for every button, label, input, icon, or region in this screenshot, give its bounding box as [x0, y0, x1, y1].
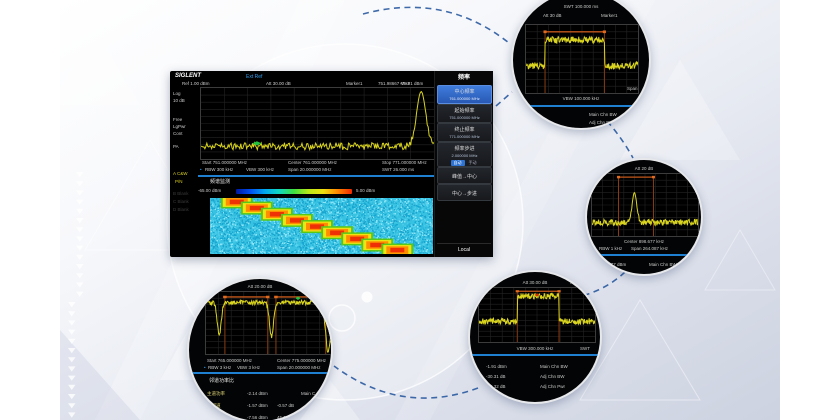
c4-row3-label: 上邻道	[207, 415, 221, 420]
c4-row1-v1: -2.14 dBm	[247, 391, 268, 396]
menu-stop-freq-button[interactable]: 终止频率 771.000000 MHz	[437, 123, 492, 142]
c4-graticule	[205, 291, 333, 355]
ext-ref-label: Ext Ref	[246, 74, 262, 80]
c1-graticule	[525, 24, 639, 94]
c4-row3-v2: 45.61 dB	[277, 415, 295, 420]
c4-row2-v2: -0.57 dB	[277, 403, 294, 408]
c3-row2-value: -30.31 dB	[486, 374, 506, 379]
callout-circle-acpr: Att 20.00 dB Start 765.000000 MHz Center…	[187, 277, 333, 420]
c1-sweep-time: SWT 100.000 ms	[513, 4, 649, 9]
c1-result-main-chn-bw: Main Chn BW	[589, 112, 617, 117]
c2-span: Span 264.087 kHz	[631, 246, 668, 251]
trace-b-tag: B Blank	[173, 191, 189, 196]
menu-peak-to-center-button[interactable]: 峰值→中心	[437, 167, 492, 184]
c4-measure-title: 邻道功率比	[209, 378, 234, 384]
colorbar-min: -65.00 dBm	[198, 188, 221, 193]
c2-graticule	[591, 173, 699, 237]
marker-label: Marker1	[346, 81, 363, 86]
local-button[interactable]: Local	[435, 247, 493, 253]
c4-rbw: RBW 3 kHz	[208, 365, 231, 370]
c3-row2-label: Adj Chn BW	[540, 374, 565, 379]
main-spectrum-graticule	[200, 87, 435, 160]
colorbar-gradient	[236, 189, 352, 194]
c4-separator	[193, 372, 329, 374]
preamp-label: PA	[173, 144, 179, 149]
c4-rbw-bullet: •	[204, 365, 206, 370]
c3-row1-label: Main Chn BW	[540, 364, 568, 369]
trigger-label: Free	[173, 117, 182, 122]
waterfall-display	[210, 198, 433, 254]
separator-line	[198, 175, 435, 177]
c4-center-freq: Center 775.000000 MHz	[277, 358, 326, 363]
monitor-title: 频谱监测	[210, 179, 230, 185]
ref-level: Ref 1.00 dBm	[182, 81, 210, 86]
rbw-bullet: •	[200, 167, 202, 172]
c3-separator	[470, 354, 600, 356]
trace-d-tag: D Blank	[173, 207, 189, 212]
sweep-label: Cont	[173, 131, 183, 136]
center-freq: Center 761.000000 MHz	[288, 160, 337, 165]
menu-center-to-step-button[interactable]: 中心→步进	[437, 184, 492, 201]
promo-stage: SIGLENT Ext Ref Ref 1.00 dBm Att 30.00 d…	[0, 0, 840, 420]
menu-start-freq-button[interactable]: 起始频率 751.000000 MHz	[437, 104, 492, 123]
callout-circle-channel-power: Att 30.00 dB Marker1 VBW 300.000 kHz SWT…	[468, 270, 602, 404]
attenuation: Att 30.00 dB	[266, 81, 291, 86]
c1-att: Att 30 dB	[543, 13, 562, 18]
menu-title: 频率	[435, 75, 493, 82]
span-label: Span 20.000000 MHz	[288, 167, 332, 172]
callout-circle-cw-peak: Att 20 dB Span Center 898.677 kHz RBW 1 …	[585, 158, 703, 276]
c1-result-adj-chn-bw: Adj Chn BW	[589, 120, 614, 125]
c2-rbw: RBW 1 kHz	[599, 246, 622, 251]
c3-graticule	[478, 287, 596, 343]
c3-row3-value: -30.32 dB	[486, 384, 506, 389]
trace-c-tag: C Blank	[173, 199, 189, 204]
menu-divider	[437, 243, 491, 244]
c3-swt: SWT	[580, 346, 590, 351]
c4-span: Span 20.000000 MHz	[277, 365, 321, 370]
scale-type-label: Log	[173, 91, 181, 96]
c1-span-label: Span	[627, 86, 638, 91]
c4-row1-label: 主道功率	[207, 391, 225, 396]
c4-row3-v1: -7.56 dBm	[247, 415, 268, 420]
menu-center-freq-button[interactable]: 中心频率 761.000000 MHz	[437, 85, 492, 104]
c2-separator	[587, 254, 701, 256]
c4-row2-v1: -1.57 dBm	[247, 403, 268, 408]
rbw-label: RBW 300 kHz	[205, 167, 233, 172]
marker-amp: -75.91 dBm	[400, 81, 423, 86]
c2-result-main-chn-bw: Main Chn BW	[649, 262, 677, 267]
c4-vbw: VBW 3 kHz	[237, 365, 260, 370]
vbw-label: VBW 300 kHz	[246, 167, 274, 172]
c2-power: -21.77 dBm	[603, 262, 626, 267]
c3-row1-value: -1.91 dBm	[486, 364, 507, 369]
swt-label: SWT 26.000 ms	[382, 167, 414, 172]
analyzer-main-screen: SIGLENT Ext Ref Ref 1.00 dBm Att 30.00 d…	[170, 71, 493, 257]
c4-att: Att 20.00 dB	[189, 284, 331, 289]
auto-manual-toggle[interactable]: 自动 手动	[438, 160, 491, 166]
callout-circle-occupied-bw: SWT 100.000 ms Att 30 dB Marker1 Span VB…	[511, 0, 651, 130]
c3-marker: Marker1	[570, 280, 587, 285]
detector-label: LgPwr	[173, 124, 186, 129]
stop-freq: Stop 771.000000 MHz	[382, 160, 427, 165]
menu-freq-step-button[interactable]: 频率步进 2.000000 MHz 自动 手动	[437, 142, 492, 167]
c4-start-freq: Start 765.000000 MHz	[207, 358, 252, 363]
c1-separator	[527, 105, 647, 107]
c2-center-freq: Center 898.677 kHz	[587, 239, 701, 244]
c1-marker: Marker1	[601, 13, 618, 18]
start-freq: Start 751.000000 MHz	[202, 160, 247, 165]
scale-div-label: 10 dB	[173, 98, 185, 103]
c4-row1-right: Main C	[301, 391, 315, 396]
softkey-menu: 频率 中心频率 761.000000 MHz 起始频率 751.000000 M…	[434, 71, 493, 257]
c4-row2-label: 下邻道	[207, 403, 221, 408]
c2-span-label: Span	[679, 166, 690, 171]
c3-row3-label: Adj Chn Pwr	[540, 384, 565, 389]
siglent-logo: SIGLENT	[175, 73, 201, 80]
colorbar-max: 5.00 dBm	[356, 188, 375, 193]
trace-a-mode: P/N	[175, 179, 183, 184]
c1-vbw: VBW 100.000 kHz	[513, 96, 649, 101]
trace-a-tag: A C&W	[173, 171, 188, 176]
